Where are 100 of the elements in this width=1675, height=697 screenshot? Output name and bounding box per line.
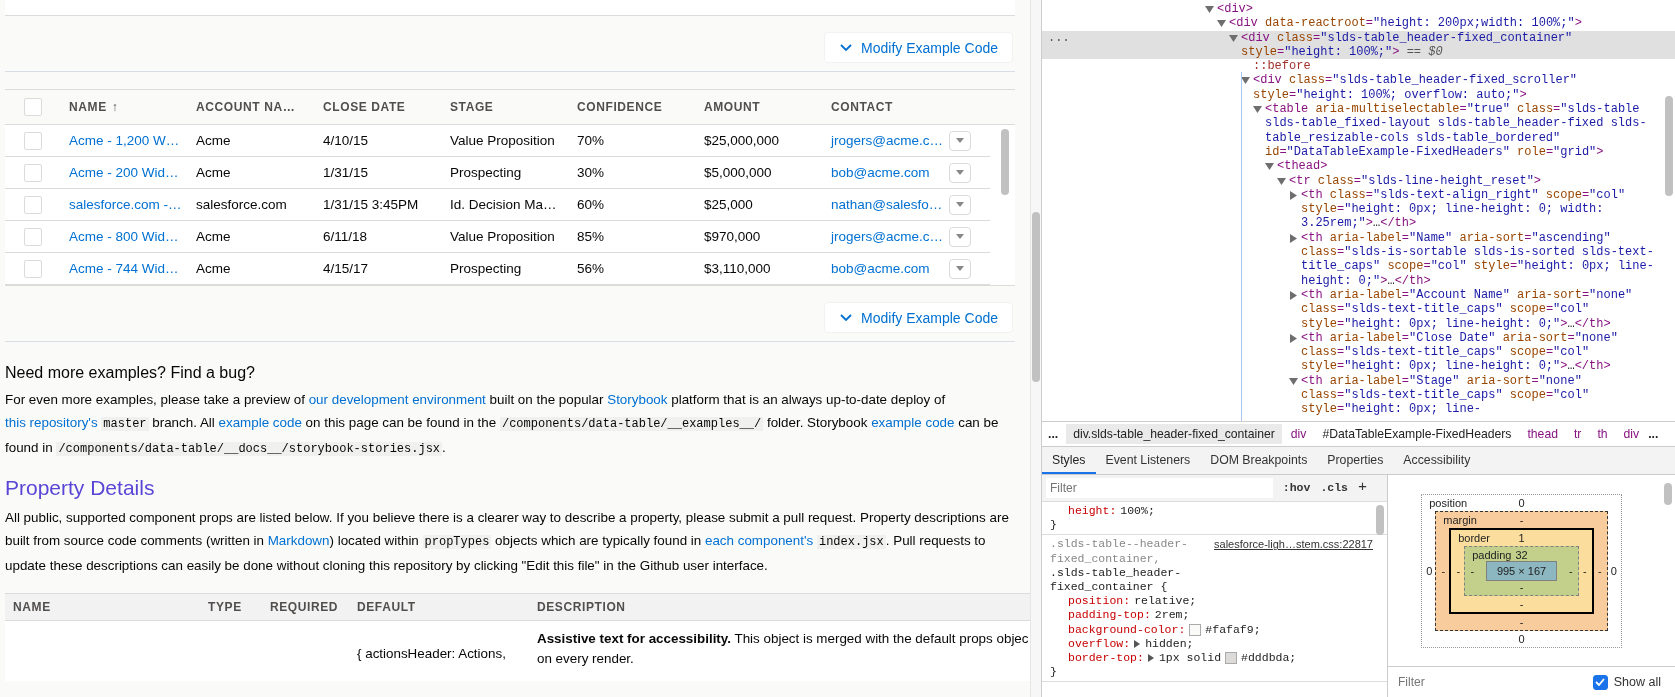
inline-link[interactable]: Markdown (267, 533, 330, 548)
triangle-right-icon[interactable] (1134, 639, 1142, 648)
box-value: - (1567, 564, 1574, 577)
caret-icon (955, 137, 965, 144)
contact-link[interactable]: jrogers@acme.c… (822, 229, 949, 244)
inline-link[interactable]: example code (218, 415, 302, 430)
triangle-right-icon[interactable] (1289, 233, 1298, 243)
box-value: - (1519, 615, 1524, 628)
column-header: REQUIRED (270, 600, 340, 614)
breadcrumb[interactable]: div (1616, 424, 1647, 444)
dom-node[interactable]: <div> (1217, 2, 1253, 17)
row-checkbox[interactable] (23, 227, 42, 246)
modify-example-code-button[interactable]: Modify Example Code (824, 32, 1013, 63)
scrollbar[interactable] (1664, 483, 1672, 505)
triangle-down-icon[interactable] (1253, 105, 1262, 115)
triangle-right-icon[interactable] (1289, 333, 1298, 343)
table-cell-text: 1/31/15 3:45PM (322, 197, 420, 212)
breadcrumb-overflow[interactable]: ... (1048, 427, 1065, 441)
dom-node[interactable]: <div class="slds-table_header-fixed_scroller" style="height: 100%; overflow: auto;"> (1253, 73, 1661, 103)
opportunity-link[interactable]: Acme - 1,200 W… (60, 133, 187, 148)
inline-link[interactable]: example code (871, 415, 955, 430)
breadcrumb[interactable]: thead (1520, 424, 1565, 444)
row-checkbox[interactable] (23, 131, 42, 150)
inline-link[interactable]: our development environment (308, 392, 486, 407)
breadcrumb[interactable]: tr (1566, 424, 1589, 444)
row-checkbox[interactable] (23, 259, 42, 278)
breadcrumb[interactable]: div.slds-table_header-fixed_container (1066, 424, 1282, 444)
triangle-down-icon[interactable] (1289, 376, 1298, 386)
opportunity-link[interactable]: Acme - 200 Wid… (60, 165, 187, 180)
show-all-checkbox[interactable]: Show all (1592, 674, 1661, 690)
table-cell-text: 85% (576, 229, 606, 244)
breadcrumb[interactable]: th (1590, 424, 1615, 444)
contact-link[interactable]: jrogers@acme.c… (822, 133, 949, 148)
column-header[interactable]: CONTACT (822, 100, 949, 114)
scrollbar[interactable] (1376, 505, 1384, 535)
row-action-button[interactable] (949, 226, 971, 247)
contact-link[interactable]: bob@acme.com (822, 261, 949, 276)
dom-node[interactable]: <div data-reactroot="height: 200px;width: 100%;"> (1229, 16, 1582, 31)
row-checkbox[interactable] (23, 195, 42, 214)
scrollbar[interactable] (1030, 0, 1041, 697)
panel-tab[interactable]: Accessibility (1393, 447, 1481, 474)
color-swatch[interactable] (1225, 652, 1238, 665)
column-header[interactable]: CONFIDENCE (568, 100, 695, 114)
triangle-down-icon[interactable] (1229, 33, 1238, 43)
inline-link[interactable]: this repository's (5, 415, 102, 430)
dom-node[interactable]: <th aria-label="Account Name" aria-sort="none" class="slds-text-title_caps" scope="col" style="height: 0px; line-height: 0;">…</th> (1301, 287, 1661, 331)
class-toggle[interactable]: .cls (1320, 480, 1348, 496)
dom-node[interactable]: <th class="slds-text-align_right" scope="col" style="height: 0px; line-height: 0; width: 3.25rem;">…</th> (1301, 187, 1661, 231)
triangle-right-icon[interactable] (1289, 190, 1298, 200)
row-action-button[interactable] (949, 194, 971, 215)
triangle-down-icon[interactable] (1241, 76, 1250, 86)
opportunity-link[interactable]: salesforce.com -… (60, 197, 187, 212)
column-header[interactable]: CLOSE DATE (314, 100, 441, 114)
dom-node[interactable]: <tr class="slds-line-height_reset"> (1289, 173, 1542, 188)
dom-node[interactable]: <table aria-multiselectable="true" class="slds-table slds-table_fixed-layout slds-table_header-fixed slds-table_resizable-cols slds-table_bordered" id="DataTableExample-FixedHeaders" role="grid"> (1265, 102, 1661, 160)
color-swatch[interactable] (1189, 623, 1202, 636)
triangle-down-icon[interactable] (1265, 162, 1274, 172)
dom-node[interactable]: ::before (1253, 59, 1311, 74)
column-header[interactable]: STAGE (441, 100, 568, 114)
new-rule-button[interactable]: + (1358, 480, 1367, 496)
triangle-right-icon[interactable] (1147, 654, 1155, 663)
opportunity-link[interactable]: Acme - 744 Wid… (60, 261, 187, 276)
filter-field[interactable]: Filter (1394, 672, 1593, 692)
triangle-right-icon[interactable] (1289, 290, 1298, 300)
opportunity-link[interactable]: Acme - 800 Wid… (60, 229, 187, 244)
contact-link[interactable]: nathan@salesfo… (822, 197, 949, 212)
panel-tab[interactable]: Properties (1317, 447, 1394, 474)
breadcrumb-overflow[interactable]: ... (1648, 427, 1665, 441)
select-all-checkbox[interactable] (23, 98, 42, 116)
dom-node[interactable]: <th aria-label="Close Date" aria-sort="none" class="slds-text-title_caps" scope="col" style="height: 0px; line-height: 0;">…</th> (1301, 330, 1661, 374)
source-link[interactable]: salesforce-ligh…stem.css:22817 (1214, 537, 1373, 552)
modify-example-code-button[interactable]: Modify Example Code (824, 302, 1013, 333)
panel-tab[interactable]: Event Listeners (1095, 447, 1201, 474)
row-action-button[interactable] (949, 162, 971, 183)
panel-tab[interactable]: DOM Breakpoints (1200, 447, 1318, 474)
dom-node[interactable]: <div class="slds-table_header-fixed_container" style="height: 100%;"> == $0 (1241, 30, 1661, 60)
node-menu-button[interactable]: ... (1048, 30, 1070, 45)
breadcrumb[interactable]: div (1283, 424, 1314, 444)
dom-node[interactable]: <th aria-label="Name" aria-sort="ascending" class="slds-is-sortable slds-is-sorted slds-text-title_caps" scope="col" style="height: 0px; line-height: 0;">…</th> (1301, 230, 1661, 288)
breadcrumb[interactable]: #DataTableExample-FixedHeaders (1315, 424, 1519, 444)
inline-link[interactable]: each component's (704, 533, 817, 548)
table-cell-text: Acme (195, 261, 232, 276)
triangle-down-icon[interactable] (1277, 176, 1286, 186)
column-header[interactable]: NAME ↑ (60, 100, 187, 114)
triangle-down-icon[interactable] (1217, 19, 1226, 29)
box-value: 0 (1518, 632, 1525, 645)
dom-node[interactable]: <thead> (1277, 159, 1328, 174)
column-header[interactable]: AMOUNT (695, 100, 822, 114)
hover-state-toggle[interactable]: :hov (1282, 480, 1311, 496)
row-action-button[interactable] (949, 258, 971, 279)
column-header[interactable]: ACCOUNT NA… (187, 100, 314, 114)
inline-link[interactable]: Storybook (607, 392, 668, 407)
table-cell-text: Acme (195, 229, 232, 244)
row-checkbox[interactable] (23, 163, 42, 182)
triangle-down-icon[interactable] (1205, 5, 1214, 14)
column-header: TYPE (208, 600, 243, 614)
contact-link[interactable]: bob@acme.com (822, 165, 949, 180)
row-action-button[interactable] (949, 130, 971, 151)
dom-node[interactable]: <th aria-label="Stage" aria-sort="none" class="slds-text-title_caps" scope="col" style="height: 0px; line- (1301, 373, 1661, 417)
filter-field[interactable]: Filter (1046, 478, 1273, 498)
